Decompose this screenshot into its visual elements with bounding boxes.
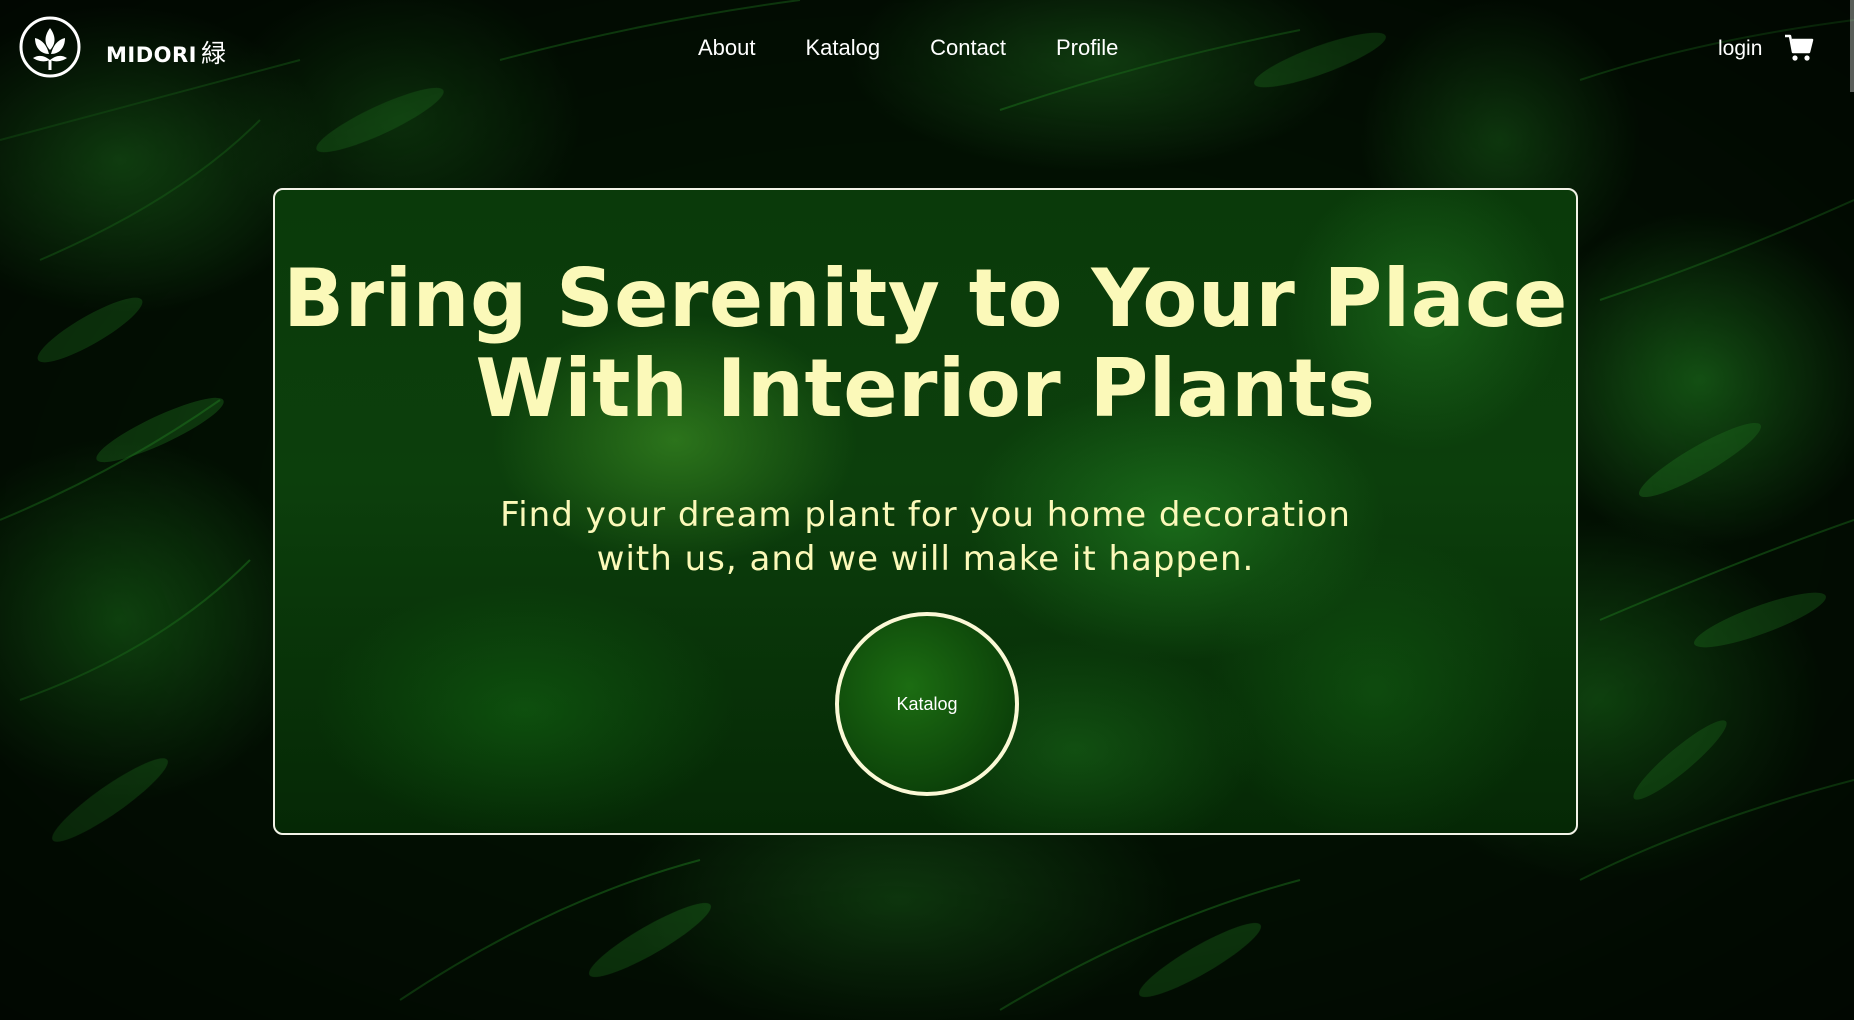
katalog-button[interactable]: Katalog (835, 612, 1019, 796)
plant-leaf-logo-icon[interactable] (19, 16, 81, 78)
hero-subtitle-line1: Find your dream plant for you home decor… (500, 495, 1351, 535)
shopping-cart-icon[interactable] (1784, 34, 1814, 62)
hero-subtitle: Find your dream plant for you home decor… (275, 493, 1576, 581)
nav-link-about[interactable]: About (698, 35, 756, 61)
brand-name[interactable]: MIDORI 緑 (106, 34, 227, 70)
hero-card: Bring Serenity to Your Place With Interi… (273, 188, 1578, 835)
page: MIDORI 緑 About Katalog Contact Profile lo… (0, 0, 1854, 1020)
scrollbar[interactable] (1850, 0, 1854, 92)
navbar: MIDORI 緑 About Katalog Contact Profile lo… (0, 0, 1854, 98)
main-menu: About Katalog Contact Profile (698, 35, 1168, 61)
nav-link-katalog[interactable]: Katalog (806, 35, 881, 61)
brand-kanji: 緑 (200, 39, 227, 68)
brand-text: MIDORI (106, 43, 197, 67)
nav-link-profile[interactable]: Profile (1056, 35, 1118, 61)
hero-title-line2: With Interior Plants (475, 342, 1376, 435)
hero-title-line1: Bring Serenity to Your Place (283, 252, 1568, 345)
login-link[interactable]: login (1718, 37, 1762, 61)
nav-link-contact[interactable]: Contact (930, 35, 1006, 61)
hero-title: Bring Serenity to Your Place With Interi… (275, 254, 1576, 434)
hero-subtitle-line2: with us, and we will make it happen. (596, 539, 1255, 579)
